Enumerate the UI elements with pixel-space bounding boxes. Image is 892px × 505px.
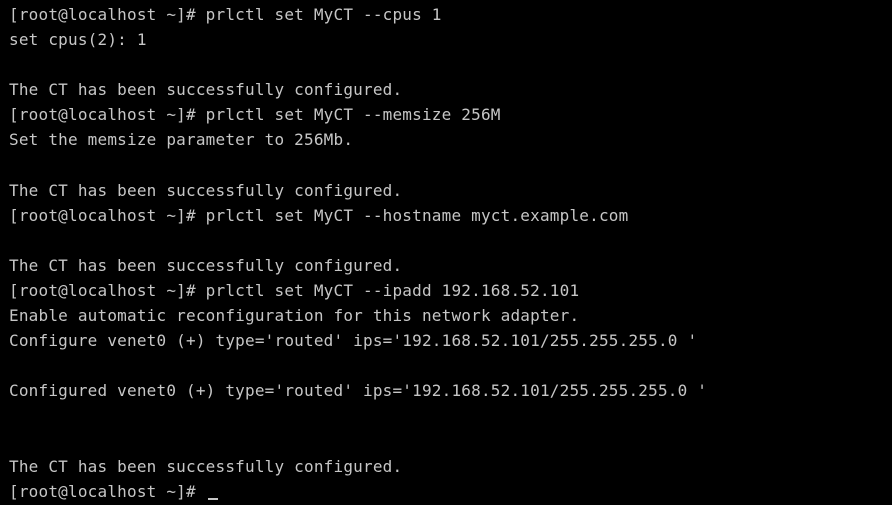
terminal-line: [root@localhost ~]# prlctl set MyCT --cp… <box>9 5 442 24</box>
terminal-line: The CT has been successfully configured. <box>9 255 403 275</box>
terminal-window[interactable]: [root@localhost ~]# prlctl set MyCT --cp… <box>0 0 892 505</box>
command-prompt-line[interactable]: [root@localhost ~]# <box>9 479 892 504</box>
terminal-line: The CT has been successfully configured. <box>9 80 403 100</box>
terminal-line: Configure venet0 (+) type='routed' ips='… <box>9 331 698 351</box>
terminal-line: Configured venet0 (+) type='routed' ips=… <box>9 381 708 401</box>
terminal-line: The CT has been successfully configured. <box>9 456 403 476</box>
command-prompt: [root@localhost ~]# <box>9 481 206 501</box>
text-cursor <box>207 497 218 500</box>
terminal-line: [root@localhost ~]# prlctl set MyCT --me… <box>9 105 501 125</box>
terminal-line: Set the memsize parameter to 256Mb. <box>9 130 354 150</box>
terminal-line: [root@localhost ~]# prlctl set MyCT --ho… <box>9 205 629 225</box>
terminal-line: set cpus(2): 1 <box>9 30 147 50</box>
terminal-line: [root@localhost ~]# prlctl set MyCT --ip… <box>9 281 580 301</box>
terminal-line: Enable automatic reconfiguration for thi… <box>9 306 580 326</box>
terminal-line: The CT has been successfully configured. <box>9 180 403 200</box>
